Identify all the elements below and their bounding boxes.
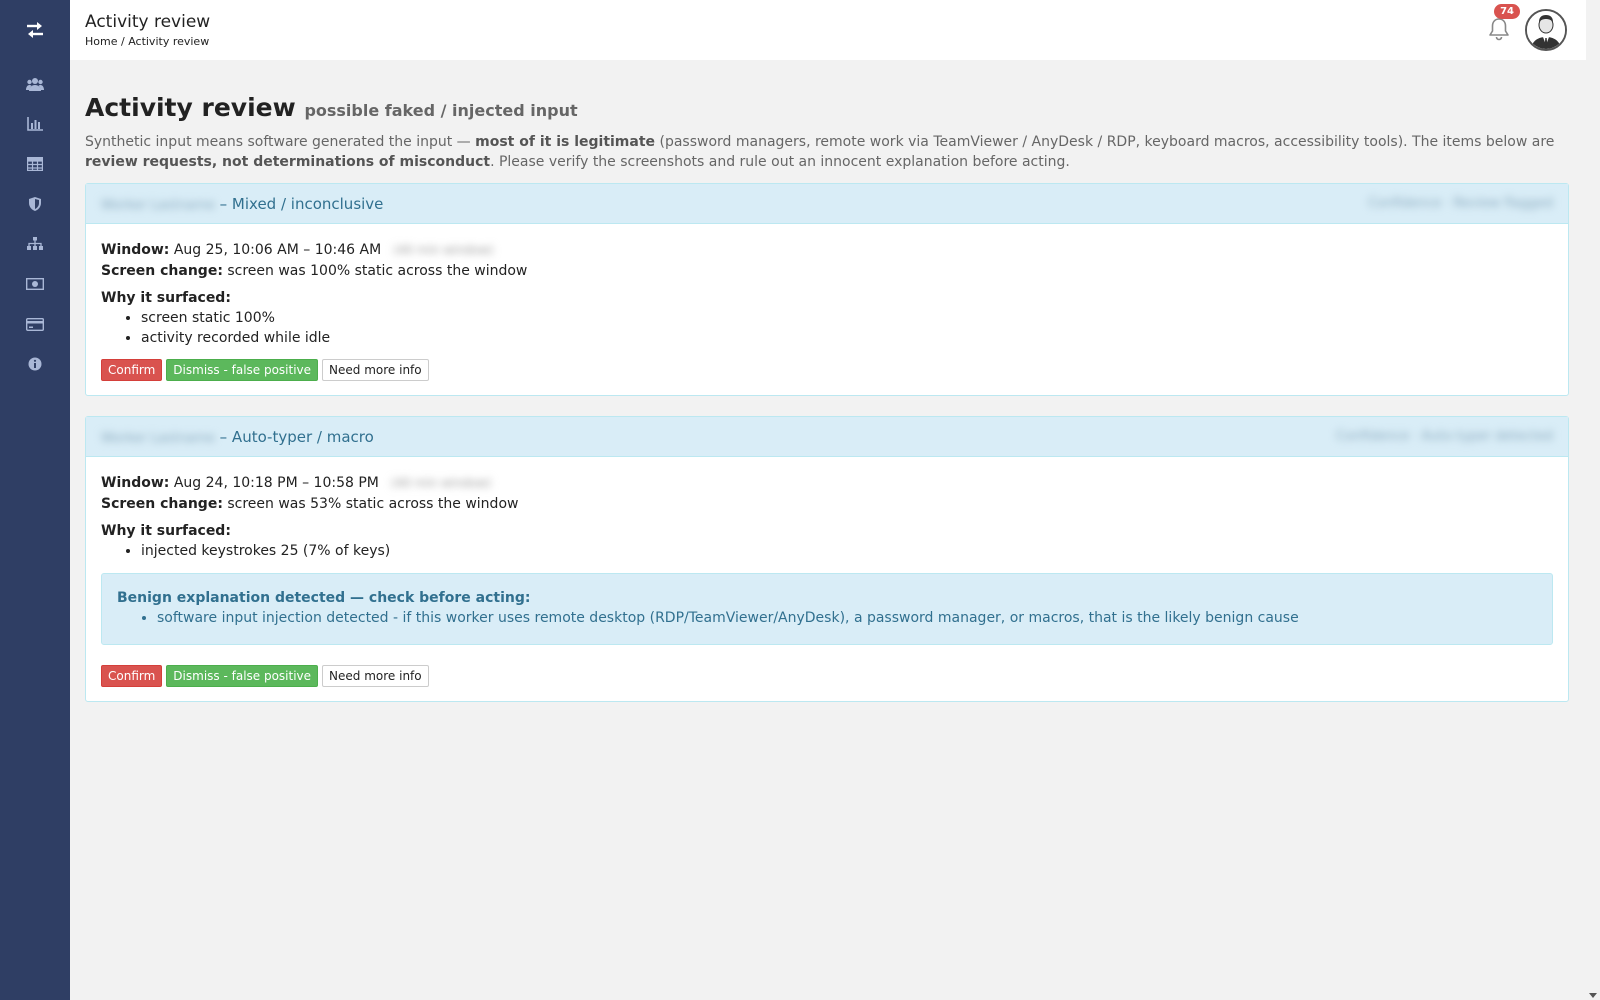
review-panel-body: Window: Aug 24, 10:18 PM – 10:58 PM (40 m… xyxy=(86,457,1568,701)
review-panel-body: Window: Aug 25, 10:06 AM – 10:46 AM (40 m… xyxy=(86,224,1568,395)
screen-change-label: Screen change: xyxy=(101,263,223,279)
intro-part-1: Synthetic input means software generated… xyxy=(85,134,476,150)
breadcrumb-separator: / xyxy=(117,35,129,48)
user-avatar[interactable] xyxy=(1525,9,1567,51)
need-more-info-button[interactable]: Need more info xyxy=(322,359,429,381)
list-item: activity recorded while idle xyxy=(141,328,1553,348)
sitemap-icon xyxy=(27,237,43,250)
screen-change-value: screen was 100% static across the window xyxy=(222,263,528,279)
intro-part-2: (password managers, remote work via Team… xyxy=(655,134,1555,150)
review-panel: Worker Lastname – Mixed / inconclusive C… xyxy=(85,183,1569,396)
money-icon xyxy=(26,278,44,290)
review-actions: Confirm Dismiss - false positive Need mo… xyxy=(101,359,1553,381)
window-value: Aug 24, 10:18 PM – 10:58 PM xyxy=(169,475,379,491)
sidebar-item-about[interactable] xyxy=(0,344,70,384)
worker-name-blurred: Worker Lastname xyxy=(101,430,215,446)
intro-text: Synthetic input means software generated… xyxy=(85,132,1569,172)
credit-card-icon xyxy=(26,317,44,331)
page-scrollbar[interactable] xyxy=(1586,0,1600,1000)
exchange-icon xyxy=(27,22,43,38)
reasons-list: screen static 100% activity recorded whi… xyxy=(141,308,1553,348)
review-window: Window: Aug 24, 10:18 PM – 10:58 PM (40 m… xyxy=(101,473,1553,494)
benign-explanation-alert: Benign explanation detected — check befo… xyxy=(101,573,1553,645)
worker-name-blurred: Worker Lastname xyxy=(101,197,215,213)
review-panel-heading: Worker Lastname – Mixed / inconclusive C… xyxy=(86,184,1568,224)
users-icon xyxy=(26,78,44,91)
review-heading-left: Worker Lastname – Auto-typer / macro xyxy=(101,428,374,446)
confirm-button[interactable]: Confirm xyxy=(101,665,163,687)
bar-chart-icon xyxy=(27,117,43,131)
breadcrumb-home-link[interactable]: Home xyxy=(85,35,117,48)
window-value: Aug 25, 10:06 AM – 10:46 AM xyxy=(169,242,382,258)
review-meta-blurred: Confidence · Auto-typer detected xyxy=(1336,429,1553,444)
sidebar-item-reports[interactable] xyxy=(0,104,70,144)
notifications-button[interactable] xyxy=(1486,16,1512,42)
window-label: Window: xyxy=(101,475,170,491)
sidebar-item-billing[interactable] xyxy=(0,304,70,344)
window-label: Window: xyxy=(101,242,170,258)
info-icon xyxy=(28,357,42,371)
review-category: – Auto-typer / macro xyxy=(214,427,374,446)
review-meta-blurred: Confidence · Review flagged xyxy=(1368,196,1553,211)
window-extra-blurred: (40 min window) xyxy=(393,243,494,257)
review-panel: Worker Lastname – Auto-typer / macro Con… xyxy=(85,416,1569,702)
intro-part-3: . Please verify the screenshots and rule… xyxy=(490,154,1070,170)
window-extra-blurred: (40 min window) xyxy=(390,476,492,490)
dismiss-false-positive-button[interactable]: Dismiss - false positive xyxy=(166,665,319,687)
main-content: Activity review possible faked / injecte… xyxy=(85,60,1569,702)
bell-icon xyxy=(1489,18,1509,41)
need-more-info-button[interactable]: Need more info xyxy=(322,665,429,687)
sidebar-item-users[interactable] xyxy=(0,64,70,104)
breadcrumb-current: Activity review xyxy=(128,35,210,48)
shield-icon xyxy=(29,197,41,211)
why-surfaced-label: Why it surfaced: xyxy=(101,523,231,539)
top-header: Activity review Home / Activity review 7… xyxy=(70,0,1600,60)
reasons-list: injected keystrokes 25 (7% of keys) xyxy=(141,541,1553,561)
review-panel-heading: Worker Lastname – Auto-typer / macro Con… xyxy=(86,417,1568,457)
intro-bold-2: review requests, not determinations of m… xyxy=(85,154,491,170)
sidebar-item-organization[interactable] xyxy=(0,224,70,264)
review-screen-change: Screen change: screen was 53% static acr… xyxy=(101,494,1553,515)
header-title: Activity review xyxy=(85,12,211,32)
list-item: injected keystrokes 25 (7% of keys) xyxy=(141,541,1553,561)
table-icon xyxy=(27,157,43,171)
review-window: Window: Aug 25, 10:06 AM – 10:46 AM (40 m… xyxy=(101,240,1553,261)
sidebar-item-table[interactable] xyxy=(0,144,70,184)
review-screen-change: Screen change: screen was 100% static ac… xyxy=(101,261,1553,282)
review-heading-left: Worker Lastname – Mixed / inconclusive xyxy=(101,195,383,213)
dismiss-false-positive-button[interactable]: Dismiss - false positive xyxy=(166,359,319,381)
sidebar-item-payroll[interactable] xyxy=(0,264,70,304)
confirm-button[interactable]: Confirm xyxy=(101,359,163,381)
page-subtitle: possible faked / injected input xyxy=(304,101,578,120)
list-item: software input injection detected - if t… xyxy=(157,608,1537,628)
review-actions: Confirm Dismiss - false positive Need mo… xyxy=(101,665,1553,687)
benign-alert-title: Benign explanation detected — check befo… xyxy=(117,590,531,606)
sidebar-toggle[interactable] xyxy=(0,0,70,60)
benign-list: software input injection detected - if t… xyxy=(157,608,1537,628)
list-item: screen static 100% xyxy=(141,308,1553,328)
review-category: – Mixed / inconclusive xyxy=(214,194,384,213)
notification-count-badge: 74 xyxy=(1494,4,1520,19)
page-title: Activity review possible faked / injecte… xyxy=(85,93,1569,126)
breadcrumb: Home / Activity review xyxy=(85,35,209,48)
intro-bold-1: most of it is legitimate xyxy=(475,134,656,150)
why-surfaced-label: Why it surfaced: xyxy=(101,290,231,306)
screen-change-label: Screen change: xyxy=(101,496,223,512)
screen-change-value: screen was 53% static across the window xyxy=(222,496,519,512)
sidebar-item-security[interactable] xyxy=(0,184,70,224)
scroll-down-arrow-icon[interactable] xyxy=(1589,993,1597,998)
page-title-text: Activity review xyxy=(85,93,296,122)
sidebar xyxy=(0,0,70,1000)
user-avatar-icon xyxy=(1527,11,1565,49)
